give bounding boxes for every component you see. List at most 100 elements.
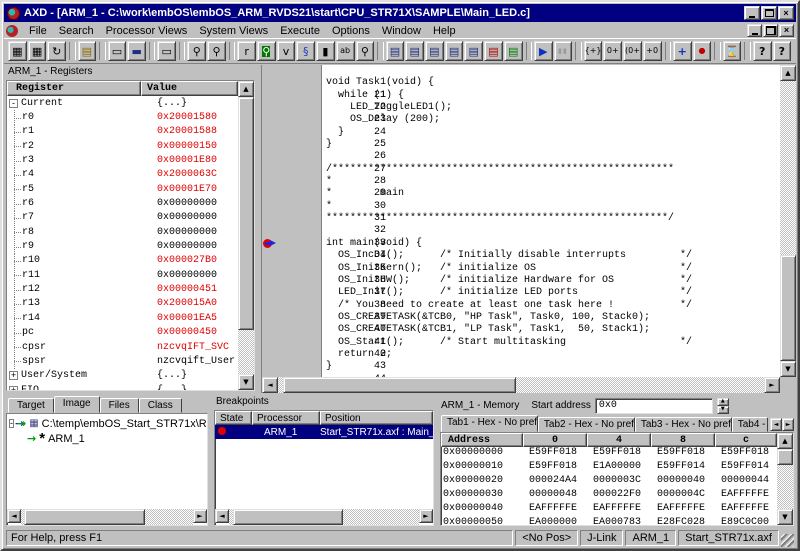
breakpoint-current-line-marker[interactable] bbox=[263, 239, 277, 249]
menu-item[interactable]: Window bbox=[376, 24, 427, 38]
register-column-header[interactable]: Register bbox=[7, 81, 141, 96]
register-row[interactable]: r14 0x00001EA5 bbox=[7, 311, 238, 325]
source-code-view[interactable]: 21 22 void Task1(void) { bbox=[262, 65, 780, 377]
tab-scroll-right-icon[interactable]: ► bbox=[782, 418, 794, 431]
line-number-gutter[interactable]: 26 bbox=[262, 127, 322, 139]
debugger-internals-icon[interactable]: ▤ bbox=[425, 41, 444, 61]
memory-row[interactable]: 0x00000000 E59FF018 E59FF018 E59FF018 E5… bbox=[441, 447, 777, 461]
line-number-gutter[interactable]: 41 bbox=[262, 312, 322, 324]
minimize-button[interactable] bbox=[744, 6, 760, 20]
offset4-column-header[interactable]: 4 bbox=[587, 433, 651, 447]
register-row[interactable]: r12 0x00000451 bbox=[7, 282, 238, 296]
console-window-icon[interactable]: ▤ bbox=[386, 41, 405, 61]
system-views-icon[interactable]: ▦ bbox=[28, 41, 47, 61]
memory-map-icon[interactable]: ▤ bbox=[445, 41, 464, 61]
line-number-gutter[interactable]: 43 bbox=[262, 337, 322, 349]
memory-tab[interactable]: Tab4 - bbox=[732, 417, 768, 432]
register-row[interactable]: r10 0x000027B0 bbox=[7, 254, 238, 268]
value-column-header[interactable]: Value bbox=[141, 81, 238, 96]
menu-item[interactable]: System Views bbox=[193, 24, 274, 38]
line-number-gutter[interactable]: 38 bbox=[262, 275, 322, 287]
memory-row[interactable]: 0x00000050 EA000000 EA000783 E28FC028 E8… bbox=[441, 517, 777, 525]
code-vertical-scrollbar[interactable]: ▲ ▼ bbox=[780, 65, 796, 377]
mdi-minimize-button[interactable] bbox=[747, 24, 762, 37]
state-column-header[interactable]: State bbox=[215, 411, 252, 425]
memory-tab[interactable]: Tab1 - Hex - No prefix bbox=[441, 415, 538, 432]
load-image-icon[interactable]: ▭ bbox=[108, 41, 127, 61]
app-icon[interactable] bbox=[7, 7, 20, 20]
processor-column-header[interactable]: Processor bbox=[252, 411, 320, 425]
line-number-gutter[interactable]: 23 bbox=[262, 90, 322, 102]
tree-expander-icon[interactable]: - bbox=[9, 99, 18, 108]
close-button[interactable]: × bbox=[778, 6, 794, 20]
register-row[interactable]: + User/System {...} bbox=[7, 369, 238, 383]
step-out-icon[interactable]: (0+ bbox=[623, 41, 642, 61]
help-icon[interactable]: ? bbox=[753, 41, 772, 61]
resize-grip[interactable] bbox=[781, 534, 794, 547]
register-row[interactable]: r0 0x20001580 bbox=[7, 110, 238, 124]
line-number-gutter[interactable]: 36 bbox=[262, 250, 322, 262]
hourglass-icon[interactable]: ⌛ bbox=[723, 41, 742, 61]
backtrace-window-icon[interactable]: § bbox=[296, 41, 315, 61]
register-row[interactable]: - Current {...} bbox=[7, 96, 238, 110]
spin-up-icon[interactable]: ▲ bbox=[717, 398, 729, 406]
menu-item[interactable]: Options bbox=[326, 24, 376, 38]
line-number-gutter[interactable]: 45 bbox=[262, 361, 322, 373]
memory-window-icon[interactable]: ▮ bbox=[316, 41, 335, 61]
address-column-header[interactable]: Address bbox=[441, 433, 523, 447]
scroll-down-icon[interactable]: ▼ bbox=[238, 374, 254, 390]
register-row[interactable]: spsr nzcvqift_User bbox=[7, 354, 238, 368]
scrollbar-thumb[interactable] bbox=[238, 97, 254, 330]
step-icon[interactable]: 0+ bbox=[603, 41, 622, 61]
memory-row[interactable]: 0x00000040 EAFFFFFE EAFFFFFE EAFFFFFE EA… bbox=[441, 503, 777, 517]
reload-image-icon[interactable]: ↻ bbox=[47, 41, 66, 61]
menu-item[interactable]: Help bbox=[427, 24, 462, 38]
memory-tab[interactable]: Tab3 - Hex - No prefix bbox=[635, 417, 732, 432]
memory-row[interactable]: 0x00000010 E59FF018 E1A00000 E59FF014 E5… bbox=[441, 461, 777, 475]
find-icon[interactable]: ⚲ bbox=[187, 41, 206, 61]
scrollbar-thumb[interactable] bbox=[24, 509, 144, 525]
tree-expander-icon[interactable]: + bbox=[9, 386, 18, 390]
line-number-gutter[interactable]: 37 bbox=[262, 263, 322, 275]
register-row[interactable]: + FIQ {...} bbox=[7, 383, 238, 390]
run-to-cursor-icon[interactable]: +0 bbox=[643, 41, 662, 61]
register-row[interactable]: r7 0x00000000 bbox=[7, 211, 238, 225]
command-line-icon[interactable]: ▤ bbox=[464, 41, 483, 61]
mdi-close-button[interactable]: × bbox=[779, 24, 794, 37]
scroll-down-icon[interactable]: ▼ bbox=[777, 509, 793, 525]
tree-expander-icon[interactable]: + bbox=[9, 371, 18, 380]
line-number-gutter[interactable]: 30 bbox=[262, 176, 322, 188]
breakpoint-row-selected[interactable]: ARM_1 Start_STR71x.axf : Main_LED.c bbox=[215, 425, 433, 439]
line-number-gutter[interactable]: 40 bbox=[262, 300, 322, 312]
line-number-gutter[interactable]: 44 bbox=[262, 349, 322, 361]
panel-tab[interactable]: Files bbox=[100, 398, 139, 413]
registers-scrollbar[interactable]: ▲ ▼ bbox=[238, 81, 254, 390]
line-number-gutter[interactable]: 39 bbox=[262, 287, 322, 299]
scroll-down-icon[interactable]: ▼ bbox=[780, 361, 796, 377]
step-in-icon[interactable]: {+} bbox=[584, 41, 603, 61]
line-number-gutter[interactable]: 29 bbox=[262, 164, 322, 176]
watch-window-icon[interactable]: ⚲ bbox=[257, 41, 276, 61]
scroll-up-icon[interactable]: ▲ bbox=[238, 81, 254, 97]
offset8-column-header[interactable]: 8 bbox=[651, 433, 715, 447]
menu-item[interactable]: Processor Views bbox=[100, 24, 194, 38]
menu-item[interactable]: File bbox=[23, 24, 53, 38]
register-row[interactable]: r2 0x00000150 bbox=[7, 139, 238, 153]
scroll-left-icon[interactable]: ◄ bbox=[7, 509, 21, 523]
line-number-gutter[interactable]: 28 bbox=[262, 151, 322, 163]
panel-tab[interactable]: Target bbox=[8, 398, 54, 413]
spin-down-icon[interactable]: ▼ bbox=[717, 406, 729, 414]
mdi-system-icon[interactable] bbox=[6, 25, 18, 37]
breakpoints-window-icon[interactable]: ▤ bbox=[484, 41, 503, 61]
register-row[interactable]: cpsr nzcvqIFT_SVC bbox=[7, 340, 238, 354]
line-number-gutter[interactable]: 21 bbox=[262, 65, 322, 77]
processor-views-icon[interactable]: ▦ bbox=[8, 41, 27, 61]
line-number-gutter[interactable]: 34 bbox=[262, 225, 322, 237]
scrollbar-thumb[interactable] bbox=[283, 377, 516, 393]
tab-scroll-left-icon[interactable]: ◄ bbox=[770, 418, 782, 431]
scroll-up-icon[interactable]: ▲ bbox=[780, 65, 796, 81]
line-number-gutter[interactable]: 42 bbox=[262, 324, 322, 336]
register-row[interactable]: r1 0x20001588 bbox=[7, 125, 238, 139]
attach-icon[interactable]: ▭ bbox=[157, 41, 176, 61]
tree-item-image-root[interactable]: - → ▦ C:\temp\embOS_Start_STR71x\RO bbox=[9, 416, 207, 431]
